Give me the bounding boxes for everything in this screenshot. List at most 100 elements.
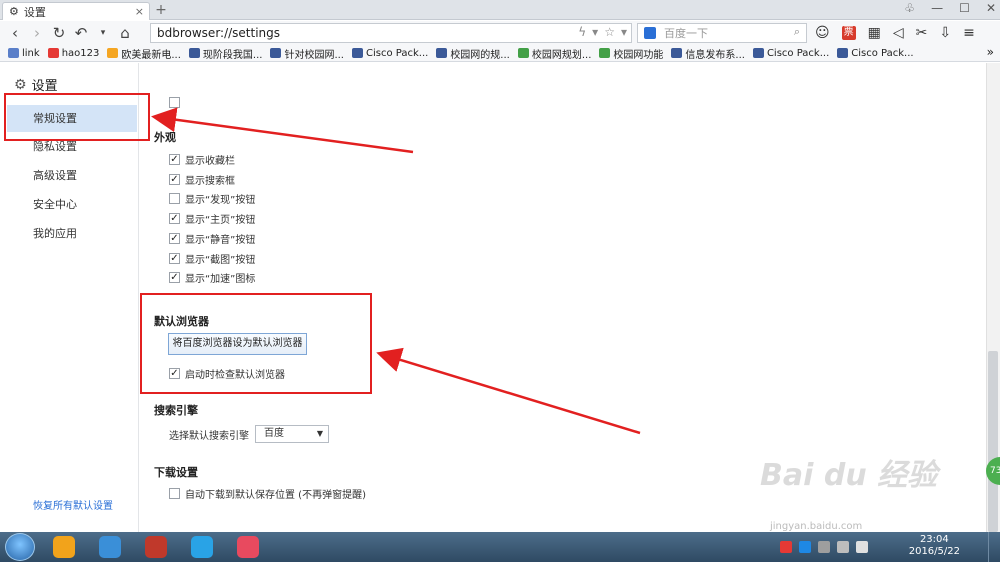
network-icon[interactable] (837, 541, 849, 553)
sogou-icon[interactable] (780, 541, 792, 553)
start-button[interactable] (5, 533, 35, 561)
bookmark-label: Cisco Pack... (851, 47, 914, 59)
search-engine-row: 选择默认搜索引擎 百度 ▼ (169, 425, 329, 443)
appearance-option[interactable]: ✓ 显示搜索框 (169, 172, 235, 187)
undo-icon[interactable]: ↶ (70, 22, 92, 44)
bookmark-item[interactable]: 欧美最新电... (107, 46, 181, 61)
gear-icon: ⚙ (14, 76, 27, 93)
navigation-toolbar: ‹ › ↻ ↶ ▾ ⌂ bdbrowser://settings ϟ ▾ ☆ ▾… (0, 21, 1000, 45)
bookmark-item[interactable]: 信息发布系... (671, 46, 745, 61)
checkbox[interactable]: ✓ (169, 154, 180, 165)
bookmark-item[interactable]: 针对校园网... (270, 46, 344, 61)
taskbar-app[interactable] (139, 534, 173, 560)
taskbar-app[interactable] (231, 534, 265, 560)
skin-icon[interactable]: ♧ (904, 1, 915, 15)
new-tab-button[interactable]: + (152, 2, 170, 18)
red-badge-icon[interactable]: 票 (841, 26, 856, 40)
checkbox[interactable]: ✓ (169, 232, 180, 244)
star-icon[interactable]: ☆ (604, 25, 615, 39)
smiley-icon[interactable]: ☺ (815, 25, 830, 41)
scrollbar-thumb[interactable] (988, 351, 998, 532)
appearance-option[interactable]: ✓ 显示“截图”按钮 (169, 251, 255, 266)
page-title: ⚙ 设置 (14, 75, 58, 95)
home-icon[interactable]: ⌂ (114, 22, 136, 44)
auto-download-checkbox[interactable]: 自动下载到默认保存位置 (不再弹窗提醒) (169, 486, 366, 501)
bookmark-item[interactable]: 校园网规划... (517, 46, 591, 61)
bookmark-label: 欧美最新电... (121, 49, 181, 61)
search-engine-select[interactable]: 百度 ▼ (255, 425, 329, 443)
dropdown-icon[interactable]: ▾ (621, 25, 627, 39)
checkbox-label: 显示“加速”图标 (185, 274, 256, 286)
appearance-option[interactable]: 显示“发现”按钮 (169, 191, 255, 206)
minimize-button[interactable]: — (931, 1, 943, 15)
undo-dropdown-icon[interactable]: ▾ (92, 22, 114, 44)
search-engine-icon[interactable] (644, 27, 656, 39)
bookmark-item[interactable]: 现阶段我国... (188, 46, 262, 61)
help-icon[interactable] (799, 541, 811, 553)
tab-settings[interactable]: ⚙ 设置 × (2, 2, 150, 20)
reload-icon[interactable]: ↻ (48, 22, 70, 44)
search-icon[interactable]: ⌕ (794, 25, 800, 39)
bookmark-label: 校园网功能 (613, 49, 664, 61)
annotation-box-default-browser (140, 293, 372, 394)
speaker-icon[interactable]: ◁ (893, 25, 904, 41)
forward-icon[interactable]: › (26, 22, 48, 44)
close-tab-icon[interactable]: × (135, 5, 144, 18)
bookmark-favicon-icon (188, 48, 200, 58)
checkbox[interactable] (169, 488, 180, 499)
appearance-option[interactable]: ✓ 显示“加速”图标 (169, 270, 255, 285)
scissors-icon[interactable]: ✂ (916, 25, 928, 41)
appearance-option[interactable]: ✓ 显示“主页”按钮 (169, 211, 255, 226)
close-window-button[interactable]: ✕ (986, 1, 996, 15)
bookmark-item[interactable]: 校园网的规... (436, 46, 510, 61)
checkbox[interactable] (169, 193, 180, 205)
bookmark-favicon-icon (8, 48, 19, 58)
show-desktop-button[interactable] (988, 532, 1000, 562)
bookmark-item[interactable]: Cisco Pack... (352, 48, 428, 59)
bookmark-favicon-icon (436, 48, 448, 58)
apps-grid-icon[interactable]: ▦ (868, 25, 881, 41)
partial-checkbox[interactable] (169, 97, 180, 108)
bookmark-item[interactable]: hao123 (47, 48, 99, 59)
checkbox[interactable]: ✓ (169, 213, 180, 225)
clock[interactable]: 23:04 2016/5/22 (909, 534, 960, 558)
checkbox[interactable]: ✓ (169, 272, 180, 284)
checkbox-label: 显示“发现”按钮 (185, 195, 256, 207)
checkbox-label: 显示搜索框 (185, 175, 235, 187)
dropdown-icon[interactable]: ▾ (592, 25, 598, 39)
tab-strip: ⚙ 设置 × + ♧ — ☐ ✕ (0, 0, 1000, 20)
lightning-icon[interactable]: ϟ (578, 25, 586, 39)
bookmark-label: 针对校园网... (284, 49, 344, 61)
tray-icon[interactable] (818, 541, 830, 553)
restore-defaults-link[interactable]: 恢复所有默认设置 (33, 497, 113, 512)
address-bar[interactable]: bdbrowser://settings ϟ ▾ ☆ ▾ (150, 23, 632, 43)
download-icon[interactable]: ⇩ (939, 25, 951, 41)
app-icon (53, 536, 75, 558)
bookmark-favicon-icon (752, 48, 764, 58)
volume-icon[interactable] (856, 541, 868, 553)
appearance-option[interactable]: ✓ 显示收藏栏 (169, 152, 235, 167)
sidebar-item-advanced[interactable]: 高级设置 (7, 162, 137, 189)
checkbox[interactable]: ✓ (169, 173, 180, 185)
bookmark-item[interactable]: Cisco Pack... (837, 47, 914, 59)
bookmark-item[interactable]: link (8, 48, 40, 59)
back-icon[interactable]: ‹ (4, 22, 26, 44)
checkbox[interactable]: ✓ (169, 252, 180, 264)
taskbar-app[interactable] (47, 534, 81, 560)
sidebar-item-apps[interactable]: 我的应用 (7, 220, 137, 247)
taskbar-app[interactable] (93, 534, 127, 560)
bookmark-item[interactable]: Cisco Pack... (752, 48, 829, 59)
taskbar-app[interactable] (185, 534, 219, 560)
watermark-logo: Bai du 经验 (760, 458, 938, 493)
download-heading: 下载设置 (154, 466, 198, 479)
menu-icon[interactable]: ≡ (963, 25, 975, 41)
bookmark-item[interactable]: 校园网功能 (599, 46, 663, 61)
clock-time: 23:04 (919, 534, 949, 545)
maximize-button[interactable]: ☐ (959, 1, 970, 15)
toolbar-tools: ☺ 票 ▦ ◁ ✂ ⇩ ≡ (815, 21, 975, 45)
search-input[interactable]: 百度一下 ⌕ (637, 23, 807, 43)
appearance-option[interactable]: ✓ 显示“静音”按钮 (169, 231, 255, 246)
bookmarks-more-icon[interactable]: » (987, 45, 994, 59)
sidebar-item-security[interactable]: 安全中心 (7, 191, 137, 218)
bookmark-label: link (22, 47, 40, 59)
